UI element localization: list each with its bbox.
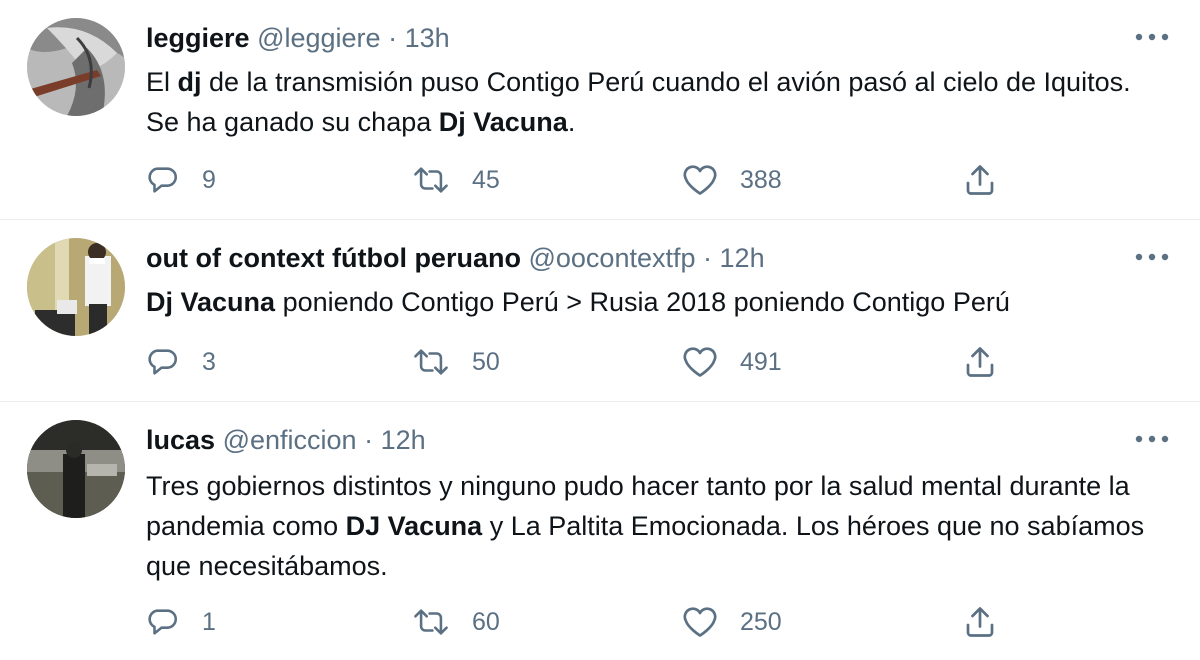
avatar-image: [27, 420, 125, 518]
more-horizontal-icon: [1135, 253, 1169, 261]
text-bold: Dj Vacuna: [438, 107, 568, 137]
retweet-count: 45: [472, 165, 500, 194]
retweet-arrows-icon: [414, 167, 448, 193]
text-bold: dj: [177, 67, 202, 97]
retweet-button[interactable]: 45: [412, 160, 500, 200]
reply-count: 3: [202, 347, 216, 376]
avatar[interactable]: [27, 238, 125, 336]
retweet-arrows-icon: [414, 349, 448, 375]
tweet-text: Tres gobiernos distintos y ninguno pudo …: [146, 466, 1156, 586]
timestamp[interactable]: 12h: [720, 243, 765, 273]
text-part: .: [567, 107, 576, 137]
avatar-image: [27, 238, 125, 336]
reply-bubble-icon: [148, 349, 177, 375]
tweet[interactable]: leggiere @leggiere · 13h El dj de la tra…: [0, 0, 1200, 220]
reply-button[interactable]: 3: [146, 342, 216, 382]
like-count: 388: [740, 165, 782, 194]
text-bold: Dj Vacuna: [146, 287, 276, 317]
user-handle[interactable]: @oocontextfp: [528, 243, 695, 273]
reply-button[interactable]: 1: [146, 602, 216, 642]
share-upload-icon: [966, 607, 994, 637]
more-options-button[interactable]: [1132, 242, 1172, 272]
retweet-count: 50: [472, 347, 500, 376]
user-handle[interactable]: @enficcion: [223, 425, 357, 455]
like-button[interactable]: 491: [682, 342, 782, 382]
share-button[interactable]: [962, 160, 998, 200]
tweet-actions: 3 50 491: [146, 342, 1156, 382]
timestamp[interactable]: 13h: [405, 23, 450, 53]
display-name[interactable]: lucas: [146, 425, 215, 455]
text-part: poniendo Contigo Perú > Rusia 2018 ponie…: [275, 287, 1010, 317]
reply-button[interactable]: 9: [146, 160, 216, 200]
separator-dot: ·: [364, 425, 374, 455]
heart-icon: [683, 165, 717, 195]
avatar[interactable]: [27, 420, 125, 518]
separator-dot: ·: [388, 23, 398, 53]
more-horizontal-icon: [1135, 33, 1169, 41]
separator-dot: ·: [703, 243, 713, 273]
avatar[interactable]: [27, 18, 125, 116]
share-upload-icon: [966, 347, 994, 377]
tweet-header: leggiere @leggiere · 13h: [146, 18, 450, 58]
retweet-count: 60: [472, 607, 500, 636]
text-bold: DJ Vacuna: [345, 511, 483, 541]
heart-icon: [683, 347, 717, 377]
retweet-button[interactable]: 60: [412, 602, 500, 642]
share-button[interactable]: [962, 602, 998, 642]
like-button[interactable]: 250: [682, 602, 782, 642]
tweet-text: El dj de la transmisión puso Contigo Per…: [146, 62, 1156, 142]
like-count: 250: [740, 607, 782, 636]
retweet-arrows-icon: [414, 609, 448, 635]
heart-icon: [683, 607, 717, 637]
text-part: El: [146, 67, 178, 97]
tweet-actions: 1 60 250: [146, 602, 1156, 642]
tweet-actions: 9 45 388: [146, 160, 1156, 200]
user-handle[interactable]: @leggiere: [257, 23, 380, 53]
text-part: de la transmisión puso Contigo Perú cuan…: [146, 67, 1131, 137]
tweet-text: Dj Vacuna poniendo Contigo Perú > Rusia …: [146, 282, 1156, 322]
tweet-header: out of context fútbol peruano @oocontext…: [146, 238, 765, 278]
tweet-header: lucas @enficcion · 12h: [146, 420, 426, 460]
reply-bubble-icon: [148, 609, 177, 635]
share-button[interactable]: [962, 342, 998, 382]
display-name[interactable]: out of context fútbol peruano: [146, 243, 521, 273]
reply-count: 9: [202, 165, 216, 194]
tweet[interactable]: out of context fútbol peruano @oocontext…: [0, 220, 1200, 402]
tweet[interactable]: lucas @enficcion · 12h Tres gobiernos di…: [0, 402, 1200, 660]
more-options-button[interactable]: [1132, 424, 1172, 454]
more-options-button[interactable]: [1132, 22, 1172, 52]
share-upload-icon: [966, 165, 994, 195]
reply-count: 1: [202, 607, 216, 636]
more-horizontal-icon: [1135, 435, 1169, 443]
avatar-image: [27, 18, 125, 116]
timestamp[interactable]: 12h: [381, 425, 426, 455]
reply-bubble-icon: [148, 167, 177, 193]
like-button[interactable]: 388: [682, 160, 782, 200]
retweet-button[interactable]: 50: [412, 342, 500, 382]
like-count: 491: [740, 347, 782, 376]
display-name[interactable]: leggiere: [146, 23, 250, 53]
